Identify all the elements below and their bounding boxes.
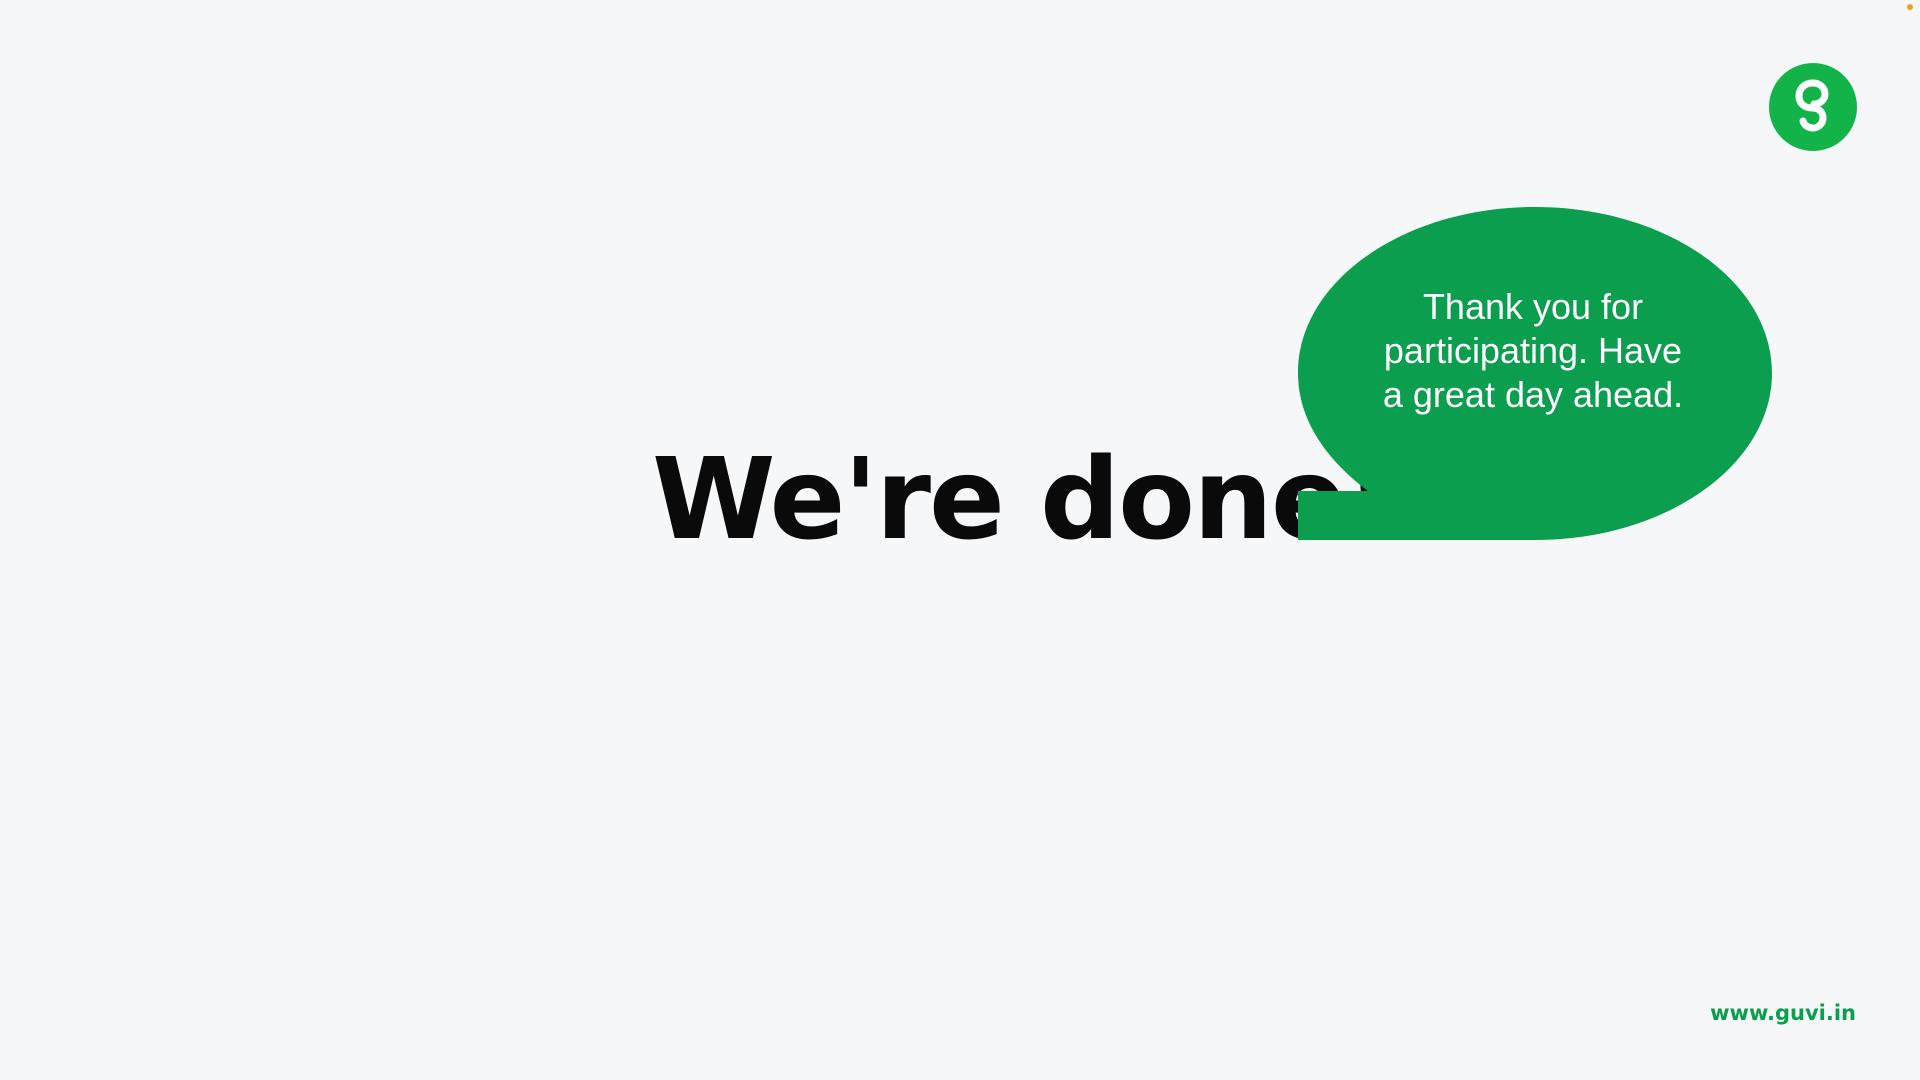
website-link[interactable]: www.guvi.in — [1710, 998, 1856, 1028]
recording-indicator-dot — [1907, 4, 1913, 10]
page-title: We're done! — [652, 435, 1396, 565]
speech-bubble: Thank you for participating. Have a grea… — [1298, 207, 1772, 540]
guvi-logo-icon — [1769, 63, 1857, 151]
thank-you-message: Thank you for participating. Have a grea… — [1382, 286, 1684, 415]
slide: We're done! Thank you for participating.… — [0, 0, 1920, 1080]
